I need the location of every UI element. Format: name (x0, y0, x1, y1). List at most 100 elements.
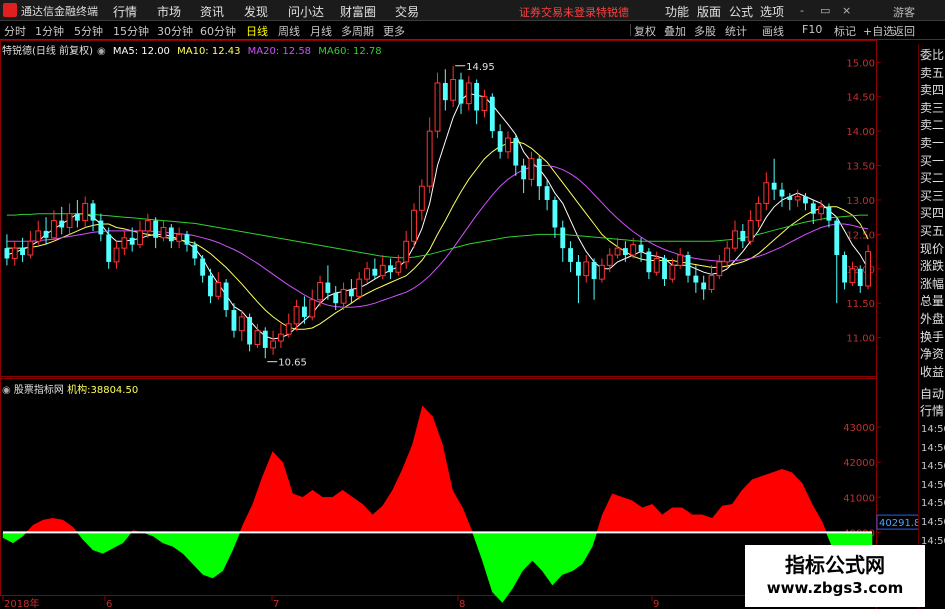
candle-body-up (395, 261, 402, 273)
candle-body-up (66, 213, 73, 228)
candle-body-up (614, 247, 621, 256)
side-panel-label: 卖三 (919, 100, 944, 115)
candle-body-down (90, 203, 96, 221)
candle-body-down (325, 282, 331, 293)
price-tick-label: 14.50 (846, 93, 875, 104)
candle-body-down (779, 189, 785, 197)
candle-body-up (364, 268, 370, 280)
candle-body-up (606, 254, 613, 266)
price-tick-label: 11.50 (846, 299, 875, 310)
indicator-tick-label: 42000 (843, 458, 875, 469)
candle-body-down (638, 244, 644, 252)
candle-body-up (379, 264, 386, 277)
candle-body-down (192, 244, 198, 259)
candle-body-down (442, 82, 448, 101)
side-panel-label: 卖一 (919, 136, 944, 150)
candle-body-down (857, 268, 863, 286)
side-panel-label: 买三 (919, 188, 944, 203)
candle-body-down (474, 82, 480, 111)
candle-body-up (285, 323, 292, 335)
side-panel-label: 委比 (919, 48, 944, 62)
side-panel-label: 行情 (919, 404, 944, 418)
candle-body-up (356, 278, 363, 297)
candle-body-up (403, 240, 410, 263)
candle-body-up (50, 220, 57, 239)
candle-body-up (465, 82, 472, 105)
side-panel-label: 买二 (919, 171, 944, 186)
side-panel-label: 总量 (919, 294, 944, 309)
candle-body-up (254, 330, 261, 345)
candle-body-down (521, 165, 527, 180)
side-panel-label: 自动 (919, 387, 944, 401)
candle-body-down (771, 182, 777, 190)
candle-body-up (732, 230, 738, 249)
candle-body-up (317, 282, 323, 301)
candle-body-down (842, 255, 848, 283)
date-tick-label: 2018年 (4, 597, 39, 609)
side-panel-label: 买四 (919, 206, 944, 221)
candle-body-down (591, 261, 597, 280)
candle-body-down (787, 196, 793, 200)
candle-body-up (716, 261, 723, 277)
candle-body-up (144, 220, 151, 232)
candle-body-down (536, 158, 542, 187)
ma20-line (6, 165, 869, 308)
side-panel-label: 买五 (919, 224, 944, 238)
candle-body-up (653, 257, 660, 273)
candle-body-up (340, 288, 347, 304)
candle-body-up (755, 202, 762, 222)
candle-body-down (74, 213, 80, 221)
candle-body-up (865, 251, 872, 287)
candle-body-up (27, 240, 34, 256)
candle-body-up (11, 247, 18, 259)
side-panel-label: 净资 (919, 347, 944, 362)
candlestick-chart[interactable]: 11.0011.5012.0012.5013.0013.5014.0014.50… (4, 58, 881, 369)
date-tick-label: 7 (273, 599, 279, 609)
candle-body-down (59, 220, 65, 228)
side-panel-label: 涨跌 (919, 259, 944, 274)
candle-body-down (810, 203, 816, 214)
candle-body-down (262, 330, 268, 348)
price-tick-label: 13.50 (846, 162, 875, 173)
candle-body-down (301, 306, 307, 317)
price-tick-label: 15.00 (846, 58, 875, 69)
indicator-positive-area (25, 405, 827, 533)
candle-body-up (818, 206, 825, 215)
candle-body-down (575, 261, 581, 276)
watermark-url: www.zbgs3.com (766, 579, 904, 597)
price-tick-label: 13.00 (846, 196, 875, 207)
candle-body-down (685, 255, 691, 276)
candle-body-down (348, 289, 354, 297)
candle-body-down (701, 282, 707, 290)
candle-body-up (270, 340, 277, 349)
candle-body-up (160, 226, 167, 239)
candle-body-up (113, 247, 120, 263)
price-tick-label: 12.50 (846, 230, 875, 241)
side-panel-time: 14:50 (921, 498, 945, 510)
candle-body-up (277, 333, 284, 342)
candle-body-down (4, 248, 10, 259)
candle-body-up (121, 237, 128, 249)
candle-body-down (106, 234, 112, 262)
candle-body-up (505, 137, 511, 153)
charts-svg[interactable]: 11.0011.5012.0012.5013.0013.5014.0014.50… (0, 0, 945, 609)
candle-body-down (129, 237, 135, 245)
date-tick-label: 9 (653, 599, 659, 609)
candle-body-down (513, 138, 519, 166)
candle-body-down (622, 248, 628, 256)
candle-body-up (411, 209, 417, 242)
date-axis: 2018年 6 7 8 9 (2, 596, 659, 609)
candle-body-down (98, 220, 104, 235)
candle-body-up (528, 158, 535, 180)
candle-body-up (293, 306, 300, 325)
candle-body-up (238, 316, 245, 332)
candle-body-up (669, 264, 676, 280)
watermark-title: 指标公式网 (785, 553, 885, 577)
extreme-label: 10.65 (278, 358, 307, 369)
candle-body-up (724, 247, 731, 263)
price-tick-label: 14.00 (846, 127, 875, 138)
side-panel-label: 外盘 (919, 312, 944, 326)
candle-body-down (223, 282, 229, 311)
candle-body-up (598, 264, 605, 280)
candle-body-down (20, 248, 25, 256)
